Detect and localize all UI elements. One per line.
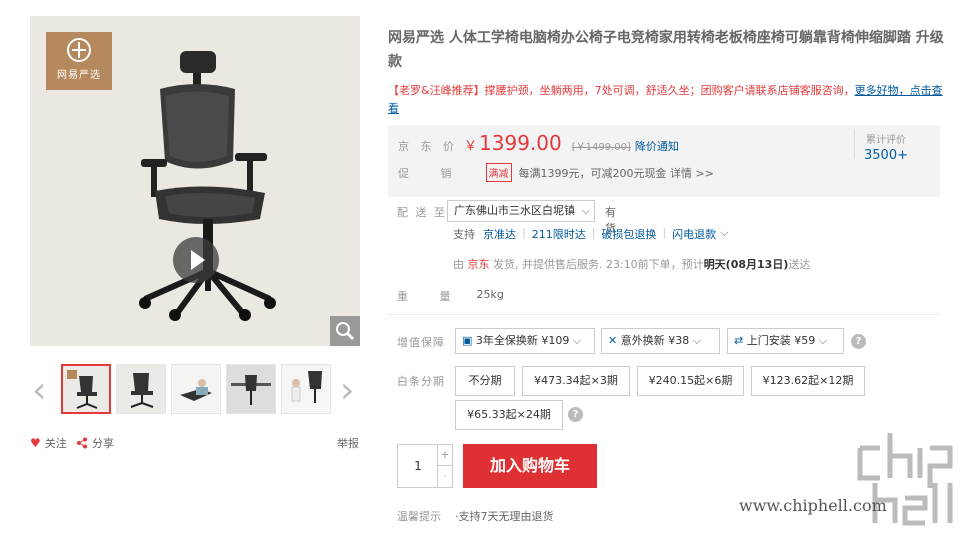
guarantee-option-label: 上门安装 ¥59 — [746, 334, 816, 347]
guarantee-option-label: 3年全保换新 ¥109 — [475, 334, 570, 347]
installment-option[interactable]: ¥240.15起×6期 — [637, 366, 744, 396]
help-icon[interactable]: ? — [851, 334, 866, 349]
guarantee-option-install[interactable]: ⇄ 上门安装 ¥59 ⌵ — [727, 328, 844, 354]
chevron-down-icon: ⌵ — [692, 334, 702, 347]
play-video-icon[interactable] — [173, 237, 219, 283]
thumb-next-icon[interactable]: › — [340, 373, 354, 409]
brand-text: 网易严选 — [57, 70, 101, 81]
share-button[interactable]: 分享 — [76, 435, 114, 451]
weight-value: 25kg — [476, 288, 504, 301]
divider — [854, 129, 855, 159]
shipping-info: 由 京东 发货, 并提供售后服务. 23:10前下单，预计明天(08月13日)送… — [453, 256, 810, 272]
zoom-icon[interactable] — [330, 316, 360, 346]
quantity-stepper: 1 + - — [397, 444, 453, 488]
brand-mark-icon — [67, 38, 91, 62]
ship-prefix: 由 — [453, 258, 464, 271]
chevron-down-icon[interactable]: ⌵ — [720, 226, 728, 242]
guarantee-option-label: 意外换新 ¥38 — [620, 334, 690, 347]
original-price: [￥1499.00] — [571, 142, 631, 153]
heart-icon: ♥ — [30, 436, 41, 450]
promo-slogan: 【老罗&汪峰推荐】撑腰护颈，坐躺两用，7处可调，舒适久坐；团购客户请联系店铺客服… — [388, 82, 948, 118]
ship-seller[interactable]: 京东 — [468, 258, 490, 271]
thumb-prev-icon[interactable]: ‹ — [32, 373, 46, 409]
installment-option[interactable]: ¥65.33起×24期 — [455, 400, 563, 430]
rating-count: 3500+ — [864, 148, 908, 163]
product-title: 网易严选 人体工学椅电脑椅办公椅子电竞椅家用转椅老板椅座椅可躺靠背椅伸缩脚踏 升… — [388, 30, 944, 70]
help-icon[interactable]: ? — [568, 407, 583, 422]
chevron-down-icon: ⌵ — [581, 204, 590, 217]
weight-row: 重 量 25kg — [397, 288, 504, 304]
promotion-text[interactable]: 每满1399元，可减200元现金 详情 >> — [519, 165, 714, 181]
installment-label: 白条分期 — [397, 375, 445, 388]
installment-option[interactable]: ¥473.34起×3期 — [522, 366, 630, 396]
service-link[interactable]: 破损包退换 — [601, 226, 656, 242]
price-label: 京 东 价 — [398, 140, 458, 153]
watermark-url: www.chiphell.com — [739, 496, 887, 515]
guarantee-label: 增值保障 — [397, 336, 445, 349]
tips-label: 温馨提示 — [397, 510, 441, 523]
ship-date: 明天(08月13日) — [703, 258, 789, 271]
install-icon: ⇄ — [734, 334, 744, 347]
brand-logo: 网易严选 — [46, 32, 112, 90]
price-notify-link[interactable]: 降价通知 — [635, 138, 679, 154]
thumbnail[interactable] — [61, 364, 111, 414]
address-value: 广东佛山市三水区白坭镇 — [454, 204, 575, 217]
follow-label: 关注 — [44, 437, 67, 450]
shield-icon: ▣ — [462, 334, 473, 347]
service-link[interactable]: 京准达 — [483, 226, 516, 242]
guarantee-option-warranty[interactable]: ▣ 3年全保换新 ¥109 ⌵ — [455, 328, 595, 354]
decrease-button[interactable]: - — [437, 466, 452, 487]
discount-tag: 满减 — [485, 163, 512, 182]
promotion-label: 促 销 — [398, 166, 466, 180]
price-value: 1399.00 — [479, 131, 562, 155]
thumbnail[interactable] — [226, 364, 276, 414]
service-link[interactable]: 211限时达 — [532, 226, 586, 242]
quantity-input[interactable]: 1 — [398, 445, 438, 487]
rating-label: 累计评价 — [865, 135, 906, 146]
guarantee-option-accident[interactable]: ✕ 意外换新 ¥38 ⌵ — [601, 328, 720, 354]
currency-symbol: ￥ — [464, 139, 478, 154]
installment-option[interactable]: 不分期 — [455, 366, 515, 396]
promotion-row: 促 销 满减 每满1399元，可减200元现金 详情 >> — [398, 163, 714, 182]
thumbnail[interactable] — [116, 364, 166, 414]
delivery-label: 配 送 至 — [397, 206, 447, 219]
divider — [388, 314, 940, 315]
ship-suffix: 送达 — [788, 258, 811, 271]
promo-text: 【老罗&汪峰推荐】撑腰护颈，坐躺两用，7处可调，舒适久坐；团购客户请联系店铺客服… — [388, 84, 855, 97]
increase-button[interactable]: + — [437, 445, 452, 466]
tips-row: 温馨提示 ·支持7天无理由退货 — [397, 508, 554, 524]
price-panel: 京 东 价 ￥ 1399.00 [￥1499.00] 降价通知 累计评价 350… — [388, 125, 940, 197]
share-icon — [77, 437, 87, 449]
chevron-down-icon: ⌵ — [818, 334, 828, 347]
report-link[interactable]: 举报 — [337, 435, 359, 451]
address-select[interactable]: 广东佛山市三水区白坭镇 ⌵ — [447, 200, 595, 222]
chevron-down-icon: ⌵ — [572, 334, 582, 347]
share-label: 分享 — [92, 437, 114, 450]
ship-details: 发货, 并提供售后服务. 23:10前下单，预计 — [493, 258, 704, 271]
add-to-cart-button[interactable]: 加入购物车 — [463, 444, 597, 488]
thumbnail[interactable] — [171, 364, 221, 414]
thumbnail-strip — [61, 364, 331, 414]
service-list: 支持 京准达 | 211限时达 | 破损包退换 | 闪电退款 ⌵ — [453, 226, 729, 242]
installment-option[interactable]: ¥123.62起×12期 — [751, 366, 865, 396]
service-link[interactable]: 闪电退款 — [672, 226, 716, 242]
price-row: 京 东 价 ￥ 1399.00 [￥1499.00] 降价通知 — [398, 131, 679, 155]
site-watermark: www.chiphell.com — [739, 428, 969, 528]
tools-icon: ✕ — [608, 334, 618, 347]
follow-button[interactable]: ♥ 关注 — [30, 435, 67, 451]
support-label: 支持 — [453, 228, 475, 241]
tips-text: ·支持7天无理由退货 — [455, 510, 554, 523]
thumbnail[interactable] — [281, 364, 331, 414]
weight-label: 重 量 — [397, 290, 465, 303]
rating-summary[interactable]: 累计评价 3500+ — [864, 131, 908, 163]
main-product-image[interactable]: 网易严选 — [30, 16, 360, 346]
